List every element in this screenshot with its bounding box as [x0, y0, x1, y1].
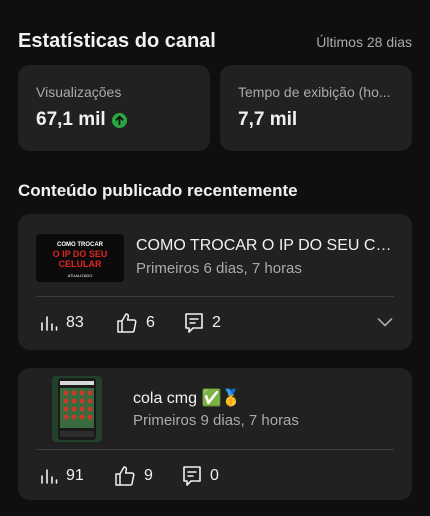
views-metric: 91: [40, 461, 84, 491]
watch-time-value: 7,7 mil: [238, 109, 298, 130]
thumb-line-3: CELULAR: [59, 259, 102, 269]
expand-button[interactable]: [376, 313, 394, 336]
video-title[interactable]: cola cmg ✅🥇: [133, 388, 393, 408]
comments-count: 2: [212, 314, 221, 331]
bar-chart-icon: [41, 316, 58, 331]
comment-icon: [183, 466, 201, 486]
recent-content-title: Conteúdo publicado recentemente: [18, 181, 298, 200]
thumbnail-graphic: COMO TROCAR O IP DO SEU CELULAR ATUALIZA…: [36, 234, 124, 282]
views-count: 91: [66, 467, 84, 484]
divider: [36, 296, 394, 297]
views-metric: 83: [40, 308, 84, 338]
comment-icon: [185, 313, 203, 333]
likes-metric: 9: [114, 461, 153, 491]
channel-stats-header: Estatísticas do canal Últimos 28 dias: [18, 30, 412, 53]
views-label: Visualizações: [36, 84, 122, 100]
divider: [36, 449, 394, 450]
period-label: Últimos 28 dias: [316, 33, 412, 50]
video-title[interactable]: COMO TROCAR O IP DO SEU CEL...: [136, 237, 394, 255]
video-metrics-row: 83 6 2: [18, 308, 412, 338]
comments-metric: 2: [184, 308, 221, 338]
views-stat-card[interactable]: Visualizações 67,1 mil: [18, 65, 210, 151]
video-metrics-row: 91 9 0: [18, 461, 412, 491]
thumb-line-4: ATUALIZADO: [68, 273, 93, 278]
video-period: Primeiros 9 dias, 7 horas: [133, 412, 299, 429]
thumbs-up-icon: [115, 466, 135, 486]
likes-count: 9: [144, 467, 153, 484]
likes-count: 6: [146, 314, 155, 331]
chevron-down-icon: [377, 318, 393, 327]
video-card[interactable]: COMO TROCAR O IP DO SEU CELULAR ATUALIZA…: [18, 214, 412, 350]
comments-count: 0: [210, 467, 219, 484]
watch-time-label: Tempo de exibição (ho...: [238, 84, 391, 100]
watch-time-stat-card[interactable]: Tempo de exibição (ho... 7,7 mil: [220, 65, 412, 151]
bar-chart-icon: [41, 469, 58, 484]
thumbnail-graphic: [52, 376, 102, 442]
arrow-up-circle-icon: [111, 112, 127, 128]
video-period: Primeiros 6 dias, 7 horas: [136, 260, 302, 277]
thumb-line-2: O IP DO SEU: [53, 249, 108, 259]
page-title: Estatísticas do canal: [18, 30, 216, 52]
thumb-line-1: COMO TROCAR: [57, 242, 104, 248]
video-thumbnail[interactable]: COMO TROCAR O IP DO SEU CELULAR ATUALIZA…: [36, 234, 124, 282]
likes-metric: 6: [116, 308, 155, 338]
comments-metric: 0: [182, 461, 219, 491]
thumbs-up-icon: [117, 313, 137, 333]
views-count: 83: [66, 314, 84, 331]
video-card[interactable]: cola cmg ✅🥇 Primeiros 9 dias, 7 horas 91…: [18, 368, 412, 500]
video-thumbnail[interactable]: [52, 376, 102, 442]
views-value: 67,1 mil: [36, 109, 106, 130]
